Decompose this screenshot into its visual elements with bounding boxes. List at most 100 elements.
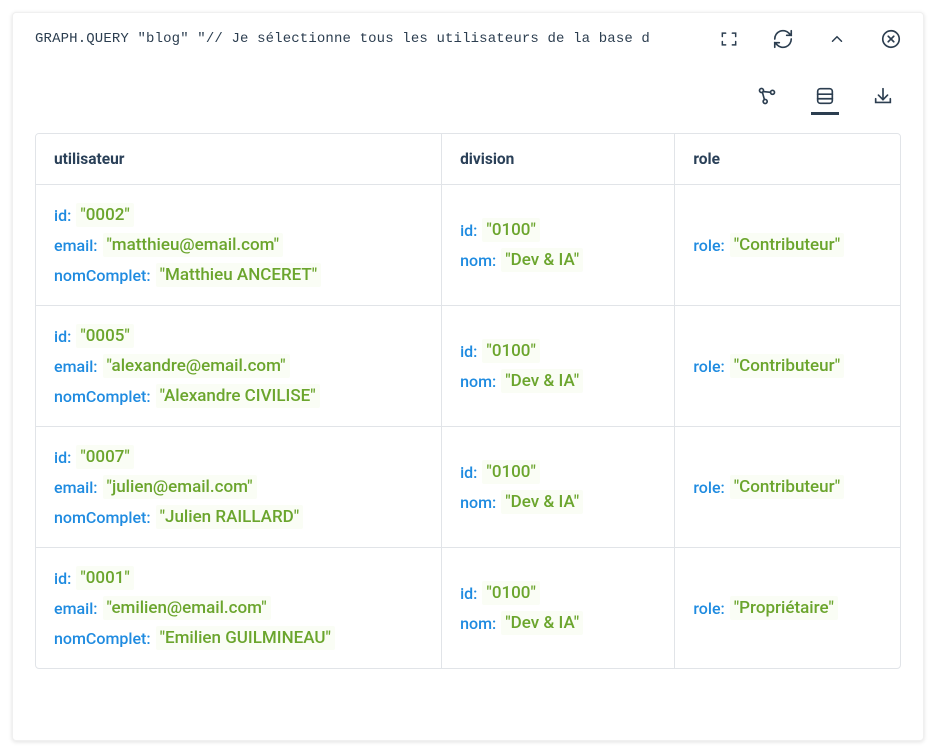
query-results-panel: GRAPH.QUERY "blog" "// Je sélectionne to… — [12, 12, 924, 741]
object-value: "matthieu@email.com" — [103, 233, 284, 257]
object-value: "Contributeur" — [730, 233, 844, 257]
key-value-pair: nom: "Dev & IA" — [460, 490, 648, 514]
object-value: "0100" — [482, 218, 540, 242]
object-value: "julien@email.com" — [103, 475, 257, 499]
key-value-pair: email: "emilien@email.com" — [54, 596, 415, 620]
object-value: "0007" — [76, 445, 134, 469]
key-value-pair: role: "Contributeur" — [693, 354, 844, 378]
close-icon[interactable] — [879, 27, 903, 51]
object-value: "Emilien GUILMINEAU" — [156, 626, 335, 650]
key-value-pair: id: "0007" — [54, 445, 415, 469]
key-value-pair: nomComplet: "Matthieu ANCERET" — [54, 263, 415, 287]
object-key: role: — [693, 236, 724, 255]
object-value: "emilien@email.com" — [103, 596, 271, 620]
object-value: "0005" — [76, 324, 134, 348]
object-cell: id:"0007"email:"julien@email.com"nomComp… — [54, 445, 423, 529]
object-value: "Alexandre CIVILISE" — [156, 384, 320, 408]
object-key: role: — [693, 357, 724, 376]
key-value-pair: id: "0001" — [54, 566, 415, 590]
view-toolbar — [13, 59, 923, 115]
graph-view-icon[interactable] — [753, 79, 781, 115]
object-value: "0002" — [76, 203, 134, 227]
key-value-pair: id:"0100" — [460, 460, 648, 484]
object-key: role: — [693, 478, 724, 497]
object-cell: id: "0100" nom: "Dev & IA" — [460, 581, 656, 635]
object-cell: role:"Contributeur" — [693, 475, 882, 499]
key-value-pair: email: "matthieu@email.com" — [54, 233, 415, 257]
key-value-pair: id: "0100" — [460, 581, 648, 605]
key-value-pair: role: "Contributeur" — [693, 233, 844, 257]
table-header: utilisateur division role — [36, 134, 900, 185]
object-value: "Julien RAILLARD" — [156, 505, 304, 529]
object-key: nom: — [460, 251, 496, 270]
object-key: id: — [54, 448, 71, 467]
object-cell: id:"0100"nom:"Dev & IA" — [460, 218, 656, 272]
object-key: email: — [54, 478, 98, 497]
key-value-pair: role:"Propriétaire" — [693, 596, 838, 620]
object-value: "0100" — [482, 581, 540, 605]
object-value: "Contributeur" — [730, 354, 844, 378]
object-value: "0001" — [76, 566, 134, 590]
object-key: role: — [693, 599, 724, 618]
cell-role: role:"Contributeur" — [675, 427, 900, 548]
object-key: email: — [54, 357, 98, 376]
object-key: nom: — [460, 372, 496, 391]
object-value: "0100" — [482, 339, 540, 363]
key-value-pair: nom: "Dev & IA" — [460, 611, 648, 635]
object-key: id: — [54, 569, 71, 588]
key-value-pair: nomComplet: "Emilien GUILMINEAU" — [54, 626, 415, 650]
object-key: email: — [54, 599, 98, 618]
cell-role: role: "Contributeur" — [675, 306, 900, 427]
cell-division: id:"0100" nom: "Dev & IA" — [442, 306, 675, 427]
object-key: nom: — [460, 493, 496, 512]
object-value: "Dev & IA" — [501, 611, 583, 635]
object-key: email: — [54, 236, 98, 255]
cell-utilisateur: id: "0002" email: "matthieu@email.com" nomCo… — [36, 185, 442, 306]
download-icon[interactable] — [869, 79, 897, 115]
key-value-pair: id: "0002" — [54, 203, 415, 227]
fullscreen-icon[interactable] — [717, 27, 741, 51]
object-cell: role: "Contributeur" — [693, 233, 882, 257]
key-value-pair: id:"0100" — [460, 339, 648, 363]
object-value: "Dev & IA" — [501, 490, 583, 514]
column-header-utilisateur[interactable]: utilisateur — [36, 134, 442, 185]
object-key: nomComplet: — [54, 629, 151, 648]
table-view-icon[interactable] — [811, 79, 839, 115]
object-key: id: — [54, 327, 71, 346]
table-row: id: "0005" email:"alexandre@email.com" nomC… — [36, 306, 900, 427]
object-cell: role: "Contributeur" — [693, 354, 882, 378]
key-value-pair: id: "0005" — [54, 324, 415, 348]
object-cell: id: "0001" email: "emilien@email.com" nomCom… — [54, 566, 423, 650]
object-value: "Matthieu ANCERET" — [156, 263, 322, 287]
cell-utilisateur: id: "0001" email: "emilien@email.com" nomCom… — [36, 548, 442, 668]
object-key: id: — [460, 221, 477, 240]
table-row: id: "0001" email: "emilien@email.com" nomCom… — [36, 548, 900, 668]
object-cell: id:"0100" nom: "Dev & IA" — [460, 460, 656, 514]
table-row: id: "0002" email: "matthieu@email.com" nomCo… — [36, 185, 900, 306]
object-key: nom: — [460, 614, 496, 633]
cell-role: role:"Propriétaire" — [675, 548, 900, 668]
object-key: nomComplet: — [54, 266, 151, 285]
collapse-icon[interactable] — [825, 27, 849, 51]
column-header-division[interactable]: division — [442, 134, 675, 185]
object-key: nomComplet: — [54, 387, 151, 406]
key-value-pair: role:"Contributeur" — [693, 475, 844, 499]
object-value: "0100" — [482, 460, 540, 484]
topbar: GRAPH.QUERY "blog" "// Je sélectionne to… — [13, 13, 923, 59]
object-cell: id: "0002" email: "matthieu@email.com" nomCo… — [54, 203, 423, 287]
refresh-icon[interactable] — [771, 27, 795, 51]
cell-division: id:"0100"nom:"Dev & IA" — [442, 185, 675, 306]
cell-division: id: "0100" nom: "Dev & IA" — [442, 548, 675, 668]
object-key: id: — [460, 584, 477, 603]
column-header-role[interactable]: role — [675, 134, 900, 185]
table-row: id:"0007"email:"julien@email.com"nomComp… — [36, 427, 900, 548]
cell-division: id:"0100" nom: "Dev & IA" — [442, 427, 675, 548]
key-value-pair: email:"alexandre@email.com" — [54, 354, 415, 378]
object-key: id: — [54, 206, 71, 225]
key-value-pair: nomComplet: "Alexandre CIVILISE" — [54, 384, 415, 408]
cell-role: role: "Contributeur" — [675, 185, 900, 306]
key-value-pair: email: "julien@email.com" — [54, 475, 415, 499]
object-value: "Dev & IA" — [501, 369, 583, 393]
key-value-pair: id: "0100" — [460, 218, 648, 242]
cell-utilisateur: id:"0007"email:"julien@email.com"nomComp… — [36, 427, 442, 548]
